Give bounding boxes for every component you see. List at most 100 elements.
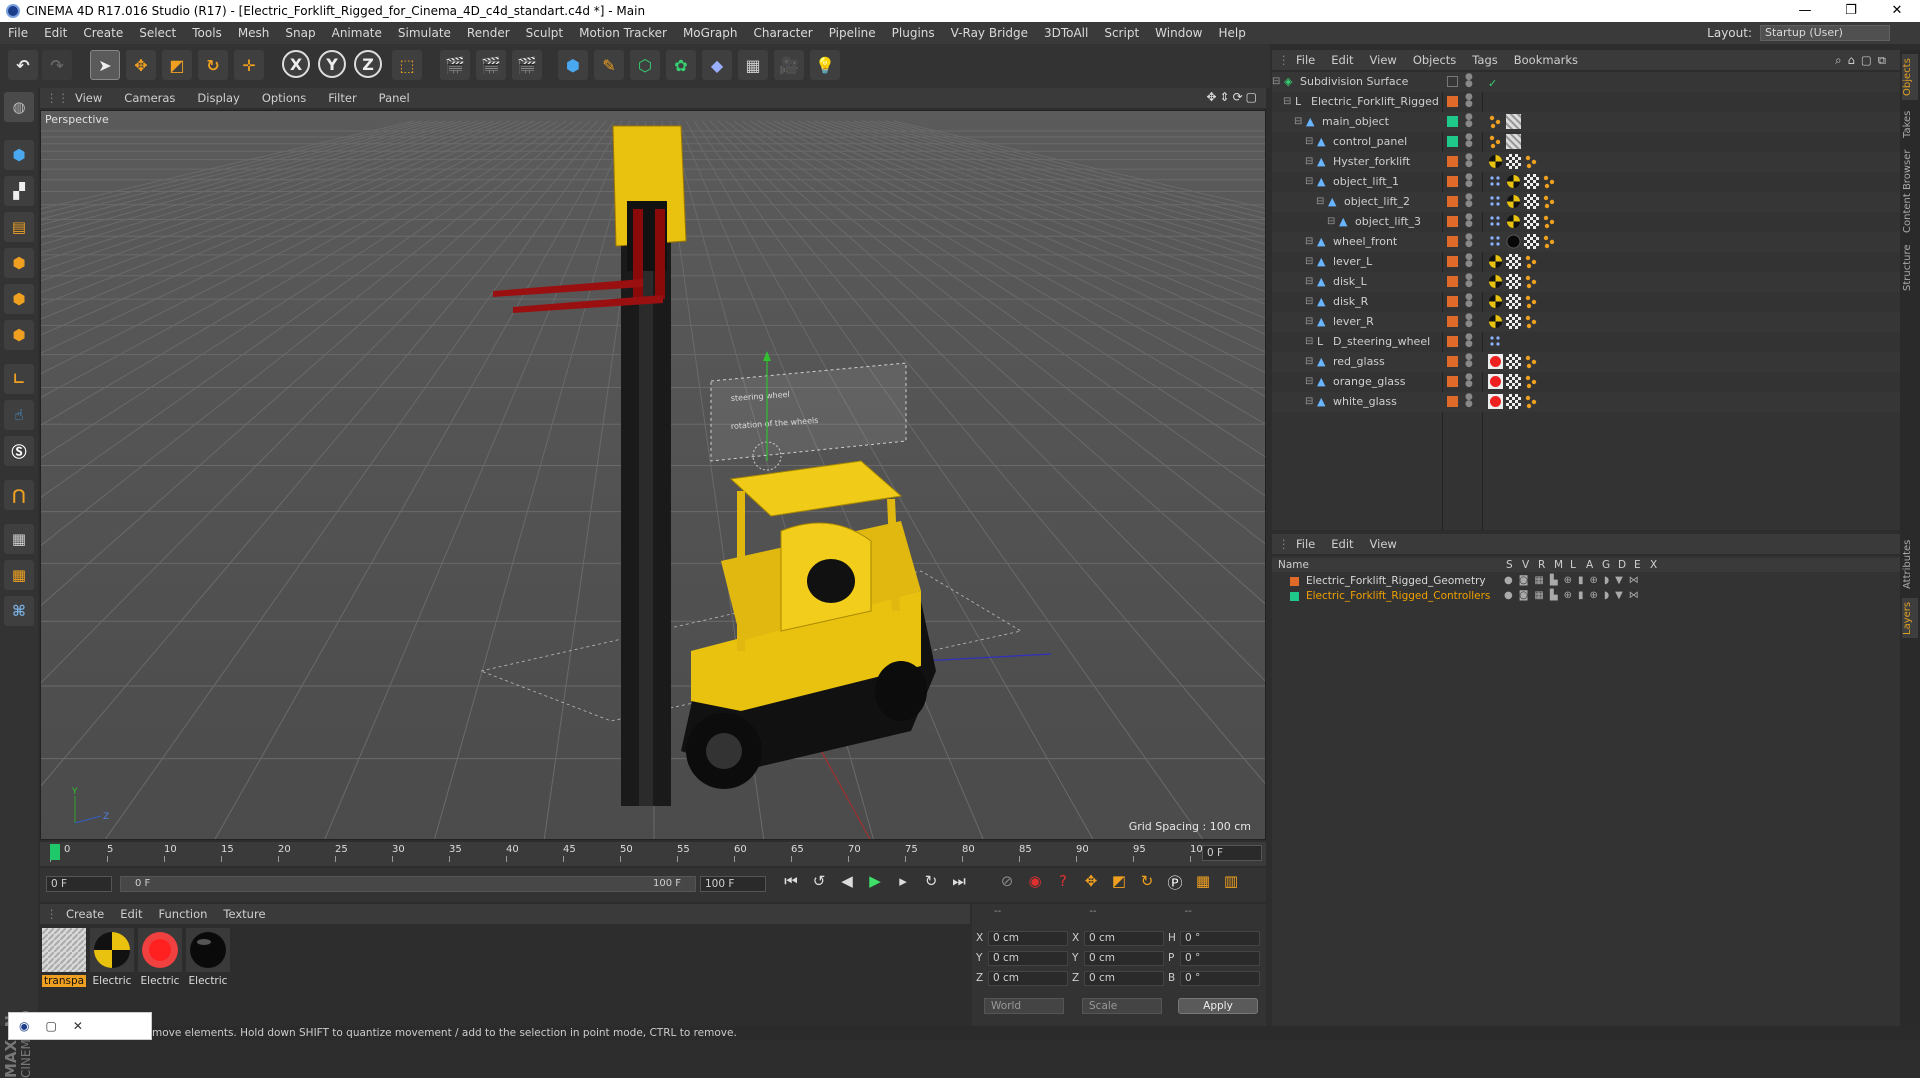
menu-render[interactable]: Render [459, 26, 518, 40]
phong-tag-icon[interactable] [1488, 134, 1503, 149]
coordinate-system-icon[interactable]: ⬚ [392, 50, 422, 80]
layer-color-swatch[interactable] [1447, 176, 1458, 187]
menu-plugins[interactable]: Plugins [884, 26, 943, 40]
expand-toggle-icon[interactable]: ⊟ [1305, 312, 1313, 332]
restore-icon[interactable]: ▢ [45, 1019, 56, 1033]
enabled-check-icon[interactable]: ✓ [1488, 74, 1503, 90]
material-tag-icon[interactable] [1506, 234, 1521, 249]
menu-help[interactable]: Help [1210, 26, 1253, 40]
key-rotation-icon[interactable]: ↻ [1136, 872, 1158, 893]
play-icon[interactable]: ▶ [864, 872, 886, 890]
axis-z-lock[interactable]: Z [354, 50, 382, 78]
rotation-h-field[interactable]: 0 ° [1180, 930, 1260, 946]
uvw-tag-icon[interactable] [1506, 254, 1521, 269]
layer-color-swatch[interactable] [1447, 376, 1458, 387]
material-menu-edit[interactable]: Edit [112, 907, 150, 921]
phong-tag-icon[interactable] [1524, 154, 1539, 169]
object-row[interactable]: ⊟ ▲ disk_R ● ● [1272, 292, 1900, 312]
expand-toggle-icon[interactable]: ⊟ [1316, 192, 1324, 212]
redo-icon[interactable]: ↷ [42, 50, 72, 80]
visibility-dots-icon[interactable]: ● ● [1465, 353, 1473, 369]
viewport-menu-display[interactable]: Display [186, 91, 250, 105]
expand-toggle-icon[interactable]: ⊟ [1305, 252, 1313, 272]
texture-tag-icon[interactable] [1506, 114, 1521, 129]
uvw-tag-icon[interactable] [1524, 234, 1539, 249]
material-tag-icon[interactable] [1488, 254, 1503, 269]
menu-character[interactable]: Character [745, 26, 820, 40]
motion-record-icon[interactable]: ⊘ [996, 872, 1018, 893]
expand-toggle-icon[interactable]: ⊟ [1305, 232, 1313, 252]
expand-toggle-icon[interactable]: ⊟ [1305, 272, 1313, 292]
selection-tag-icon[interactable] [1488, 174, 1503, 189]
material-swatch[interactable]: Electric [186, 928, 230, 987]
polygons-mode-icon[interactable]: ⬢ [4, 320, 34, 350]
texture-tag-icon[interactable] [1506, 134, 1521, 149]
layer-color-swatch[interactable] [1447, 316, 1458, 327]
visibility-dots-icon[interactable]: ● ● [1465, 293, 1473, 309]
edges-mode-icon[interactable]: ⬢ [4, 284, 34, 314]
object-row[interactable]: ⊟ ▲ object_lift_2 ● ● [1272, 192, 1900, 212]
layer-color-swatch[interactable] [1447, 136, 1458, 147]
tab-layers[interactable]: Layers [1902, 598, 1918, 638]
expand-toggle-icon[interactable]: ⊟ [1305, 372, 1313, 392]
material-tag-icon[interactable] [1506, 214, 1521, 229]
viewport-menu-filter[interactable]: Filter [317, 91, 367, 105]
material-menu-function[interactable]: Function [151, 907, 216, 921]
deformer-icon[interactable]: ◆ [702, 50, 732, 80]
layer-color-swatch[interactable] [1290, 592, 1299, 601]
visibility-dots-icon[interactable]: ● ● [1465, 153, 1473, 169]
selection-tag-icon[interactable] [1488, 214, 1503, 229]
texture-mode-icon[interactable]: ▞ [4, 176, 34, 206]
phong-tag-icon[interactable] [1524, 314, 1539, 329]
min-frame-field[interactable]: 0 F [46, 876, 112, 892]
next-frame-icon[interactable]: ▸ [892, 872, 914, 890]
layer-color-swatch[interactable] [1447, 276, 1458, 287]
menu-3dtoall[interactable]: 3DToAll [1036, 26, 1096, 40]
prev-key-icon[interactable]: ↺ [808, 872, 830, 890]
visibility-dots-icon[interactable]: ● ● [1465, 213, 1473, 229]
object-row[interactable]: ⊟ ▲ red_glass ● ● [1272, 352, 1900, 372]
key-pla-icon[interactable]: ▦ [1192, 872, 1214, 893]
phong-tag-icon[interactable] [1524, 294, 1539, 309]
object-row[interactable]: ⊟ L Electric_Forklift_Rigged ● ● [1272, 92, 1900, 112]
close-button[interactable]: ✕ [1874, 0, 1920, 22]
light-icon[interactable]: 💡 [810, 50, 840, 80]
axis-x-lock[interactable]: X [282, 50, 310, 78]
material-swatch[interactable]: transpa [42, 928, 86, 987]
phong-tag-icon[interactable] [1524, 374, 1539, 389]
material-tag-icon[interactable] [1488, 394, 1503, 409]
subdivision-generator-icon[interactable]: ⬡ [630, 50, 660, 80]
camera-icon[interactable]: 🎥 [774, 50, 804, 80]
tweak-mode-icon[interactable]: ☝ [4, 400, 34, 430]
transform-tool-icon[interactable]: ✛ [234, 50, 264, 80]
expand-toggle-icon[interactable]: ⊟ [1305, 392, 1313, 412]
layer-color-swatch[interactable] [1447, 336, 1458, 347]
material-tag-icon[interactable] [1506, 174, 1521, 189]
layer-menu-view[interactable]: View [1362, 537, 1405, 551]
goto-start-icon[interactable]: ⏮ [780, 872, 802, 890]
move-tool-icon[interactable]: ✥ [126, 50, 156, 80]
tab-content-browser[interactable]: Content Browser [1902, 146, 1918, 236]
magnet-icon[interactable]: ⋂ [4, 480, 34, 510]
object-row[interactable]: ⊟ ▲ Hyster_forklift ● ● [1272, 152, 1900, 172]
material-tag-icon[interactable] [1488, 374, 1503, 389]
array-icon[interactable]: ✿ [666, 50, 696, 80]
selection-tag-icon[interactable] [1488, 334, 1503, 349]
menu-mesh[interactable]: Mesh [230, 26, 278, 40]
menu-snap[interactable]: Snap [277, 26, 323, 40]
menu-animate[interactable]: Animate [324, 26, 390, 40]
expand-toggle-icon[interactable]: ⊟ [1327, 212, 1335, 232]
visibility-dots-icon[interactable]: ● ● [1465, 373, 1473, 389]
object-row[interactable]: ⊟ ▲ lever_R ● ● [1272, 312, 1900, 332]
uvw-tag-icon[interactable] [1506, 354, 1521, 369]
menu-window[interactable]: Window [1147, 26, 1210, 40]
object-menu-tags[interactable]: Tags [1464, 53, 1505, 67]
uvw-tag-icon[interactable] [1506, 314, 1521, 329]
object-row[interactable]: ⊟ ▲ lever_L ● ● [1272, 252, 1900, 272]
object-row[interactable]: ⊟ L D_steering_wheel ● ● [1272, 332, 1900, 352]
timeline-window-icon[interactable]: ▥ [1220, 872, 1242, 893]
floor-icon[interactable]: ▦ [738, 50, 768, 80]
coordinate-mode-select[interactable]: World [984, 998, 1064, 1014]
workplane-icon[interactable]: ▤ [4, 212, 34, 242]
preview-range-slider[interactable]: 0 F 100 F [120, 876, 696, 892]
